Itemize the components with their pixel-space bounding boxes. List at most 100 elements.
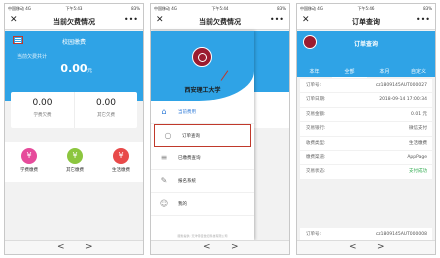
search-icon: ○ <box>164 131 172 140</box>
menu-item-registration[interactable]: ✎ 报名系统 <box>151 170 254 193</box>
nav-bar: ✕ 当前欠费情况 ••• <box>151 13 289 30</box>
menu-item-paid-query[interactable]: ≡ 已缴费查询 <box>151 147 254 170</box>
side-drawer: 西安理工大学 ⌂ 当前费用 ○ 订单查询 ≡ 已缴费查询 ✎ 报名系统 ☺ 我的… <box>151 31 254 240</box>
date-filter-tabs: 本年 全部 本月 自定义 <box>297 67 435 78</box>
status-bar: 中国移动 4G 下午5:43 83% <box>5 4 143 13</box>
menu-item-current-fees[interactable]: ⌂ 当前费用 <box>151 101 254 124</box>
phone-screen-side-menu: 中国移动 4G 下午5:44 83% ✕ 当前欠费情况 ••• 西安理工大学 ⌂… <box>150 3 290 255</box>
order-field-row: 交易银行: 微信支付 <box>300 122 432 137</box>
yen-icon: ¥ <box>67 148 83 164</box>
order-field-row: 订单号: cz1809145AUT000027 <box>300 79 432 94</box>
back-icon[interactable]: < <box>349 242 357 252</box>
field-value: 生活缴费 <box>409 140 427 146</box>
field-value: 微信支付 <box>409 126 427 132</box>
status-bar: 中国移动 4G 下午5:46 83% <box>297 4 435 13</box>
arrears-label: 当前欠费共计 <box>17 54 48 60</box>
fee-cards: 0.00 学费欠费 0.00 其它欠费 <box>11 92 137 128</box>
other-arrears-card[interactable]: 0.00 其它欠费 <box>74 92 137 128</box>
background-banner <box>251 31 289 101</box>
field-key: 订单日期: <box>306 97 326 103</box>
payment-services: ¥ 学费缴费 ¥ 其它缴费 ¥ 生活缴费 <box>5 142 143 182</box>
page-title: 当前欠费情况 <box>53 18 95 26</box>
forward-icon[interactable]: > <box>377 242 385 252</box>
order-field-row: 订单日期: 2018-09-14 17:00:34 <box>300 93 432 108</box>
field-key: 交易状态: <box>306 169 326 175</box>
yen-icon: ¥ <box>113 148 129 164</box>
tuition-payment-button[interactable]: ¥ 学费缴费 <box>6 148 52 173</box>
nav-bar: ✕ 订单查询 ••• <box>297 13 435 30</box>
more-icon[interactable]: ••• <box>270 15 284 24</box>
living-payment-button[interactable]: ¥ 生活缴费 <box>98 148 143 173</box>
menu-item-order-query[interactable]: ○ 订单查询 <box>154 124 251 147</box>
field-key: 交易金额: <box>306 111 326 117</box>
tab-custom[interactable]: 自定义 <box>401 67 435 77</box>
drawer-header: 西安理工大学 <box>151 31 254 101</box>
order-field-row: 收费类型: 生活缴费 <box>300 137 432 151</box>
browser-bottom-bar: < > <box>151 240 289 254</box>
clock: 下午5:44 <box>211 6 229 11</box>
fee-banner: 校园缴费 当前欠费共计 0.00 元 <box>5 31 143 101</box>
service-label: 学费缴费 <box>20 168 38 173</box>
menu-label: 当前费用 <box>178 110 196 115</box>
status-bar: 中国移动 4G 下午5:44 83% <box>151 4 289 13</box>
more-icon[interactable]: ••• <box>124 15 138 24</box>
card-value: 0.00 <box>32 98 53 108</box>
menu-label: 已缴费查询 <box>178 156 201 161</box>
browser-bottom-bar: < > <box>297 240 435 254</box>
battery: 83% <box>131 6 140 11</box>
field-value: cz1809145AUT000027 <box>375 83 427 88</box>
phone-screen-order-query: 中国移动 4G 下午5:46 83% ✕ 订单查询 ••• 订单查询 本年 全部… <box>296 3 436 255</box>
menu-label: 我的 <box>178 202 187 207</box>
other-payment-button[interactable]: ¥ 其它缴费 <box>52 148 98 173</box>
field-value: 0.01 元 <box>411 111 427 117</box>
university-name: 西安理工大学 <box>184 87 221 94</box>
list-icon: ≡ <box>160 153 168 162</box>
page-title: 当前欠费情况 <box>199 18 241 26</box>
forward-icon[interactable]: > <box>85 242 93 252</box>
nav-bar: ✕ 当前欠费情况 ••• <box>5 13 143 30</box>
more-icon[interactable]: ••• <box>416 15 430 24</box>
clock: 下午5:43 <box>65 6 83 11</box>
field-key: 收费类型: <box>306 140 326 146</box>
background-cards <box>251 92 289 128</box>
back-icon[interactable]: < <box>57 242 65 252</box>
field-key: 交易银行: <box>306 126 326 132</box>
edit-icon: ✎ <box>160 176 168 185</box>
order-field-row: 交易金额: 0.01 元 <box>300 108 432 123</box>
browser-bottom-bar: < > <box>5 240 143 254</box>
provider-footer: 服务提供: 天津伟佳世纪科技有限公司 <box>177 234 228 238</box>
menu-item-mine[interactable]: ☺ 我的 <box>151 193 254 216</box>
field-key: 缴费渠道: <box>306 154 326 160</box>
card-label: 学费欠费 <box>33 113 52 118</box>
tuition-arrears-card[interactable]: 0.00 学费欠费 <box>11 92 74 128</box>
service-label: 其它缴费 <box>66 168 84 173</box>
banner-title: 订单查询 <box>353 41 378 48</box>
arrears-amount: 0.00 <box>60 62 88 75</box>
forward-icon[interactable]: > <box>231 242 239 252</box>
status-badge: 支付成功 <box>409 169 427 175</box>
tab-this-year[interactable]: 本年 <box>297 67 332 77</box>
card-value: 0.00 <box>95 98 117 108</box>
field-value: AppPage <box>407 154 427 160</box>
back-icon[interactable]: < <box>203 242 211 252</box>
user-icon: ☺ <box>159 199 169 208</box>
menu-label: 报名系统 <box>178 179 196 184</box>
field-value: 2018-09-14 17:00:34 <box>379 97 427 103</box>
service-label: 生活缴费 <box>112 168 130 173</box>
order-field-row: 缴费渠道: AppPage <box>300 151 432 166</box>
clock: 下午5:46 <box>357 6 375 11</box>
battery: 83% <box>277 6 286 11</box>
battery: 83% <box>423 6 432 11</box>
currency-unit: 元 <box>87 68 93 74</box>
tab-this-month[interactable]: 本月 <box>367 67 402 77</box>
page-title: 订单查询 <box>352 18 380 26</box>
university-logo <box>192 47 212 67</box>
home-icon: ⌂ <box>161 107 167 116</box>
banner-title: 校园缴费 <box>61 39 86 46</box>
phone-screen-current-fees: 中国移动 4G 下午5:43 83% ✕ 当前欠费情况 ••• 校园缴费 当前欠… <box>4 3 144 255</box>
card-label: 其它欠费 <box>97 113 115 118</box>
tab-all[interactable]: 全部 <box>332 67 367 78</box>
order-field-row: 交易状态: 支付成功 <box>300 165 432 180</box>
order-card[interactable]: 订单号: cz1809145AUT000027 订单日期: 2018-09-14 1… <box>300 79 432 180</box>
field-key: 订单号: <box>306 83 322 88</box>
